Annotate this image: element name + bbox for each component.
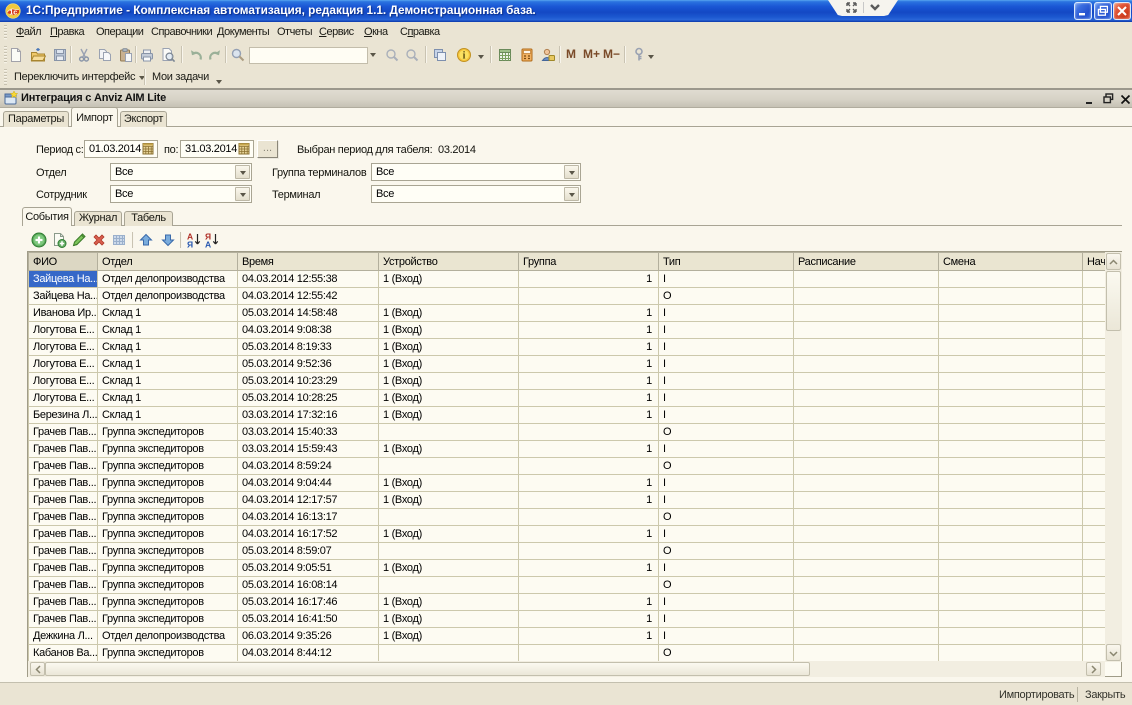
svg-text:1с: 1с xyxy=(9,10,17,17)
svg-text:А: А xyxy=(205,240,211,249)
svg-text:Я: Я xyxy=(187,240,193,249)
svg-text:i: i xyxy=(463,51,466,62)
